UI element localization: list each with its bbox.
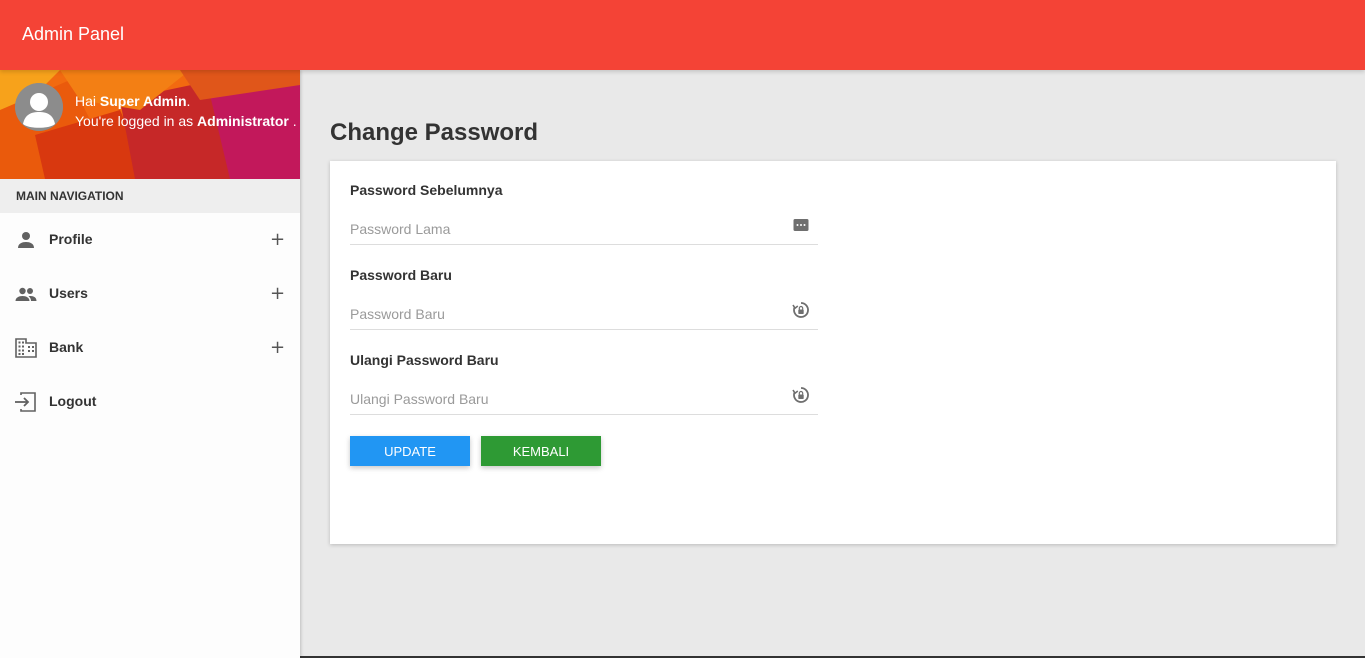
confirm-password-field: Ulangi Password Baru [350, 352, 818, 415]
old-password-field: Password Sebelumnya [350, 182, 818, 245]
new-password-label: Password Baru [350, 267, 452, 283]
people-icon [15, 287, 37, 301]
expand-plus-icon[interactable]: + [270, 337, 285, 358]
app-brand[interactable]: Admin Panel [22, 24, 124, 45]
avatar [15, 83, 63, 131]
sidebar-item-bank[interactable]: Bank + [0, 321, 300, 375]
page-title: Change Password [330, 119, 539, 146]
sidebar: Hai Super Admin. You're logged in as Adm… [0, 70, 300, 658]
back-button[interactable]: KEMBALI [481, 436, 601, 466]
update-button[interactable]: UPDATE [350, 436, 470, 466]
role-suffix: . [292, 113, 297, 129]
sidebar-item-label: Bank [49, 339, 84, 355]
logout-icon [15, 392, 36, 412]
nav-header: MAIN NAVIGATION [0, 179, 300, 213]
old-password-input-wrap [350, 215, 818, 245]
sidebar-item-label: Profile [49, 231, 93, 247]
person-icon [18, 232, 34, 248]
user-role: Administrator [197, 113, 289, 129]
greeting-prefix: Hai [75, 93, 97, 109]
sidebar-item-label: Logout [49, 393, 97, 409]
change-password-card: Password Sebelumnya Password Baru Ulangi… [330, 161, 1336, 544]
user-name: Super Admin [99, 93, 187, 109]
new-password-input-wrap [350, 300, 818, 330]
sidebar-item-label: Users [49, 285, 88, 301]
building-icon [15, 338, 37, 358]
sidebar-item-logout[interactable]: Logout [0, 375, 300, 429]
user-info-panel: Hai Super Admin. You're logged in as Adm… [0, 70, 300, 179]
user-avatar-icon [15, 83, 63, 131]
password-dots-icon [793, 219, 809, 231]
confirm-password-input[interactable] [350, 385, 780, 413]
confirm-password-label: Ulangi Password Baru [350, 352, 499, 368]
lock-reset-icon [792, 387, 809, 403]
old-password-label: Password Sebelumnya [350, 182, 503, 198]
role-line: You're logged in as Administrator . [75, 111, 297, 131]
greeting-line: Hai Super Admin. [75, 91, 297, 111]
greeting-suffix: . [186, 93, 191, 109]
new-password-input[interactable] [350, 300, 780, 328]
old-password-input[interactable] [350, 215, 780, 243]
confirm-password-input-wrap [350, 385, 818, 415]
sidebar-item-profile[interactable]: Profile + [0, 213, 300, 267]
expand-plus-icon[interactable]: + [270, 229, 285, 250]
sidebar-item-users[interactable]: Users + [0, 267, 300, 321]
expand-plus-icon[interactable]: + [270, 283, 285, 304]
new-password-field: Password Baru [350, 267, 818, 330]
lock-reset-icon [792, 302, 809, 318]
top-bar: Admin Panel [0, 0, 1365, 70]
user-text: Hai Super Admin. You're logged in as Adm… [75, 91, 297, 131]
role-prefix: You're logged in as [75, 113, 194, 129]
